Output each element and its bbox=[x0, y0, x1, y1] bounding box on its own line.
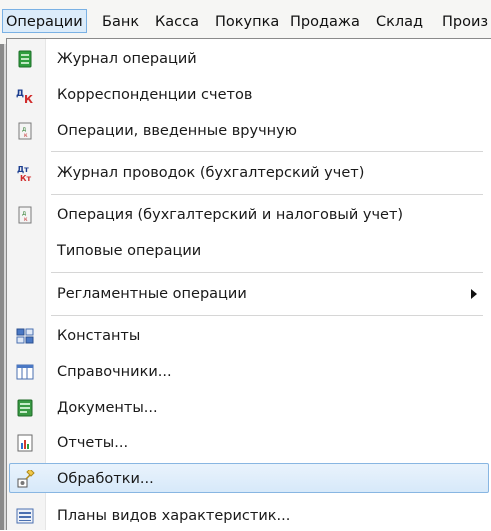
menu-separator bbox=[51, 272, 483, 273]
svg-text:к: к bbox=[24, 132, 28, 139]
dt-kt-icon: Дт Кт bbox=[16, 164, 34, 183]
menu-item-operations-journal[interactable]: Журнал операций bbox=[7, 44, 491, 74]
menu-item-constants[interactable]: Константы bbox=[7, 321, 491, 351]
constants-icon bbox=[16, 327, 34, 345]
menu-item-reports[interactable]: Отчеты... bbox=[7, 428, 491, 458]
menu-item-label: Регламентные операции bbox=[57, 286, 247, 302]
menubar-cash[interactable]: Касса bbox=[155, 10, 199, 34]
characteristics-plans-icon bbox=[16, 507, 34, 525]
svg-text:к: к bbox=[24, 216, 28, 223]
submenu-arrow-icon bbox=[471, 289, 477, 299]
menubar-sale[interactable]: Продажа bbox=[290, 10, 360, 34]
menubar-bank[interactable]: Банк bbox=[102, 10, 139, 34]
menu-separator bbox=[51, 194, 483, 195]
menubar-warehouse[interactable]: Склад bbox=[376, 10, 423, 34]
menu-item-catalogs[interactable]: Справочники... bbox=[7, 357, 491, 387]
menu-item-label: Документы... bbox=[57, 400, 158, 416]
menu-item-label: Журнал операций bbox=[57, 51, 197, 67]
menu-item-routine-operations[interactable]: Регламентные операции bbox=[7, 279, 491, 309]
menu-separator bbox=[51, 151, 483, 152]
documents-icon bbox=[16, 399, 34, 417]
menu-item-label: Справочники... bbox=[57, 364, 172, 380]
svg-text:Кт: Кт bbox=[20, 174, 32, 182]
menu-item-operation-accounting-tax[interactable]: дк Операция (бухгалтерский и налоговый у… bbox=[7, 200, 491, 230]
menubar-purchase[interactable]: Покупка bbox=[215, 10, 279, 34]
menu-item-label: Операция (бухгалтерский и налоговый учет… bbox=[57, 207, 404, 223]
svg-text:К: К bbox=[24, 93, 33, 104]
menu-separator bbox=[51, 315, 483, 316]
menu-item-data-processors[interactable]: Обработки... bbox=[9, 463, 489, 493]
menubar-production[interactable]: Произ bbox=[442, 10, 488, 34]
svg-text:Д: Д bbox=[16, 89, 24, 99]
menu-item-label: Журнал проводок (бухгалтерский учет) bbox=[57, 165, 365, 181]
reports-icon bbox=[16, 434, 34, 452]
menu-item-label: Типовые операции bbox=[57, 243, 202, 259]
operation-doc-icon: дк bbox=[16, 206, 34, 224]
menu-item-postings-journal[interactable]: Дт Кт Журнал проводок (бухгалтерский учет… bbox=[7, 158, 491, 188]
menu-item-label: Обработки... bbox=[57, 471, 154, 487]
manual-operation-icon: дк bbox=[16, 122, 34, 140]
menu-item-label: Корреспонденции счетов bbox=[57, 87, 253, 103]
menu-item-characteristic-types-plans[interactable]: Планы видов характеристик... bbox=[7, 501, 491, 531]
journal-green-icon bbox=[16, 50, 34, 68]
svg-text:Дт: Дт bbox=[17, 165, 29, 174]
menu-item-documents[interactable]: Документы... bbox=[7, 393, 491, 423]
menu-item-manual-operations[interactable]: дк Операции, введенные вручную bbox=[7, 116, 491, 146]
menubar-operations[interactable]: Операции bbox=[2, 9, 87, 33]
catalogs-icon bbox=[16, 363, 34, 381]
menu-item-account-correspondence[interactable]: ДК Корреспонденции счетов bbox=[7, 80, 491, 110]
dk-correspondence-icon: ДК bbox=[16, 86, 34, 106]
menu-item-standard-operations[interactable]: Типовые операции bbox=[7, 236, 491, 266]
menu-item-label: Константы bbox=[57, 328, 141, 344]
operations-dropdown-menu: Журнал операций ДК Корреспонденции счето… bbox=[6, 38, 491, 530]
menu-item-label: Отчеты... bbox=[57, 435, 129, 451]
processing-icon bbox=[17, 468, 35, 488]
menu-item-label: Операции, введенные вручную bbox=[57, 123, 297, 139]
menu-item-label: Планы видов характеристик... bbox=[57, 508, 291, 524]
